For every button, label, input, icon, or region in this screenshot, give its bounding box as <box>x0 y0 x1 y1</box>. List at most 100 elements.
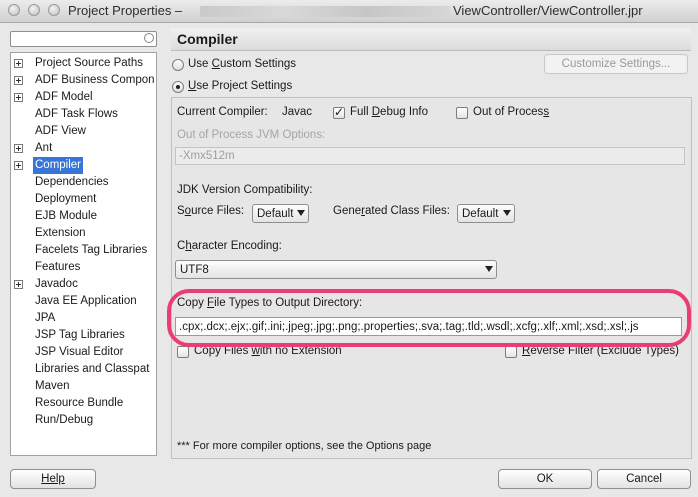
tree-item-label: Resource Bundle <box>35 397 124 409</box>
minimize-window-button[interactable] <box>28 4 40 16</box>
expand-icon[interactable] <box>14 161 23 170</box>
tree-item-label: ADF Business Compon <box>35 74 155 86</box>
tree-item-extension[interactable]: Extension <box>11 225 156 242</box>
tree-item-label: Extension <box>35 227 86 239</box>
tree-item-label: Libraries and Classpat <box>35 363 150 375</box>
chevron-down-icon <box>297 210 305 216</box>
generated-class-files-value: Default <box>462 208 499 220</box>
expand-icon[interactable] <box>14 280 23 289</box>
copy-no-extension-option[interactable]: Copy Files with no Extension <box>177 345 377 360</box>
tree-item-label: Dependencies <box>35 176 109 188</box>
help-button[interactable]: Help <box>10 469 96 489</box>
ok-button[interactable]: OK <box>498 469 592 489</box>
tree-item-maven[interactable]: Maven <box>11 378 156 395</box>
zoom-window-button[interactable] <box>48 4 60 16</box>
current-compiler-label: Current Compiler: <box>177 106 268 118</box>
tree-item-libraries-and-classpath[interactable]: Libraries and Classpat <box>11 361 156 378</box>
customize-settings-button[interactable]: Customize Settings... <box>544 54 688 74</box>
tree-item-label: Compiler <box>33 157 84 174</box>
character-encoding-select[interactable]: UTF8 <box>175 260 497 279</box>
tree-item-compiler[interactable]: Compiler <box>11 157 156 174</box>
tree-item-label: Javadoc <box>35 278 78 290</box>
tree-item-ejb-module[interactable]: EJB Module <box>11 208 156 225</box>
expand-icon[interactable] <box>14 76 23 85</box>
character-encoding-value: UTF8 <box>180 264 209 276</box>
tree-item-label: Java EE Application <box>35 295 137 307</box>
settings-tree: Project Source Paths ADF Business Compon… <box>10 52 157 456</box>
generated-class-files-label: Generated Class Files: <box>333 205 450 217</box>
tree-item-project-source-paths[interactable]: Project Source Paths <box>11 55 156 72</box>
tree-item-java-ee-application[interactable]: Java EE Application <box>11 293 156 310</box>
tree-item-adf-task-flows[interactable]: ADF Task Flows <box>11 106 156 123</box>
source-files-select[interactable]: Default <box>252 204 309 223</box>
tree-item-deployment[interactable]: Deployment <box>11 191 156 208</box>
close-window-button[interactable] <box>8 4 20 16</box>
tree-item-facelets-tag-libraries[interactable]: Facelets Tag Libraries <box>11 242 156 259</box>
use-project-settings-option[interactable]: Use Project Settings <box>172 79 372 95</box>
chevron-down-icon <box>485 266 493 272</box>
character-encoding-label: Character Encoding: <box>177 240 282 252</box>
out-of-process-label: Out of Process <box>473 106 550 118</box>
help-button-label: Help <box>41 473 65 485</box>
tree-item-label: Ant <box>35 142 53 154</box>
tree-item-features[interactable]: Features <box>11 259 156 276</box>
tree-item-label: EJB Module <box>35 210 98 222</box>
tree-item-label: Project Source Paths <box>35 57 144 69</box>
expand-icon[interactable] <box>14 144 23 153</box>
use-project-settings-label: Use Project Settings <box>188 80 293 92</box>
use-custom-settings-option[interactable]: Use Custom Settings <box>172 57 372 73</box>
tree-item-jsp-tag-libraries[interactable]: JSP Tag Libraries <box>11 327 156 344</box>
tree-item-label: ADF View <box>35 125 86 137</box>
panel-title: Compiler <box>177 31 238 47</box>
tree-item-label: JPA <box>35 312 56 324</box>
tree-item-resource-bundle[interactable]: Resource Bundle <box>11 395 156 412</box>
tree-item-jpa[interactable]: JPA <box>11 310 156 327</box>
use-custom-settings-radio[interactable] <box>172 59 184 71</box>
redacted-path-block <box>200 6 450 17</box>
tree-item-label: JSP Visual Editor <box>35 346 124 358</box>
use-project-settings-radio[interactable] <box>172 81 184 93</box>
full-debug-info-checkbox[interactable] <box>333 105 345 119</box>
window-title-suffix: ViewController/ViewController.jpr <box>453 3 643 18</box>
jdk-compatibility-label: JDK Version Compatibility: <box>177 184 313 196</box>
tree-item-adf-view[interactable]: ADF View <box>11 123 156 140</box>
highlight-annotation-ring <box>167 289 691 347</box>
reverse-filter-option[interactable]: Reverse Filter (Exclude Types) <box>505 345 691 360</box>
generated-class-files-select[interactable]: Default <box>457 204 515 223</box>
cancel-button[interactable]: Cancel <box>597 469 691 489</box>
full-debug-info-label: Full Debug Info <box>350 106 429 118</box>
out-of-process-option[interactable]: Out of Process <box>456 106 566 121</box>
tree-item-adf-model[interactable]: ADF Model <box>11 89 156 106</box>
expand-icon[interactable] <box>14 59 23 68</box>
tree-item-label: Deployment <box>35 193 97 205</box>
tree-item-label: Maven <box>35 380 70 392</box>
tree-item-label: ADF Model <box>35 91 93 103</box>
window-title-prefix: Project Properties – <box>68 3 183 18</box>
use-custom-settings-label: Use Custom Settings <box>188 58 297 70</box>
reverse-filter-checkbox[interactable] <box>505 346 517 358</box>
oop-jvm-options-input[interactable]: -Xmx512m <box>175 147 685 165</box>
tree-item-jsp-visual-editor[interactable]: JSP Visual Editor <box>11 344 156 361</box>
tree-item-label: Run/Debug <box>35 414 94 426</box>
tree-item-label: Features <box>35 261 81 273</box>
full-debug-info-option[interactable]: Full Debug Info <box>333 105 443 121</box>
source-files-label: Source Files: <box>177 205 245 217</box>
tree-item-label: ADF Task Flows <box>35 108 118 120</box>
panel-header: Compiler <box>171 28 691 51</box>
tree-item-ant[interactable]: Ant <box>11 140 156 157</box>
tree-item-adf-business-components[interactable]: ADF Business Compon <box>11 72 156 89</box>
tree-item-dependencies[interactable]: Dependencies <box>11 174 156 191</box>
expand-icon[interactable] <box>14 93 23 102</box>
current-compiler-value: Javac <box>282 106 313 118</box>
tree-item-label: JSP Tag Libraries <box>35 329 125 341</box>
footer-note: *** For more compiler options, see the O… <box>177 440 432 452</box>
copy-no-extension-checkbox[interactable] <box>177 346 189 358</box>
out-of-process-checkbox[interactable] <box>456 107 468 119</box>
tree-item-label: Facelets Tag Libraries <box>35 244 148 256</box>
window-title-bar: Project Properties – ViewController/View… <box>0 0 698 23</box>
tree-item-javadoc[interactable]: Javadoc <box>11 276 156 293</box>
oop-jvm-options-label: Out of Process JVM Options: <box>177 129 326 141</box>
tree-search-input[interactable] <box>10 31 157 47</box>
search-icon <box>144 33 154 43</box>
tree-item-run-debug[interactable]: Run/Debug <box>11 412 156 429</box>
